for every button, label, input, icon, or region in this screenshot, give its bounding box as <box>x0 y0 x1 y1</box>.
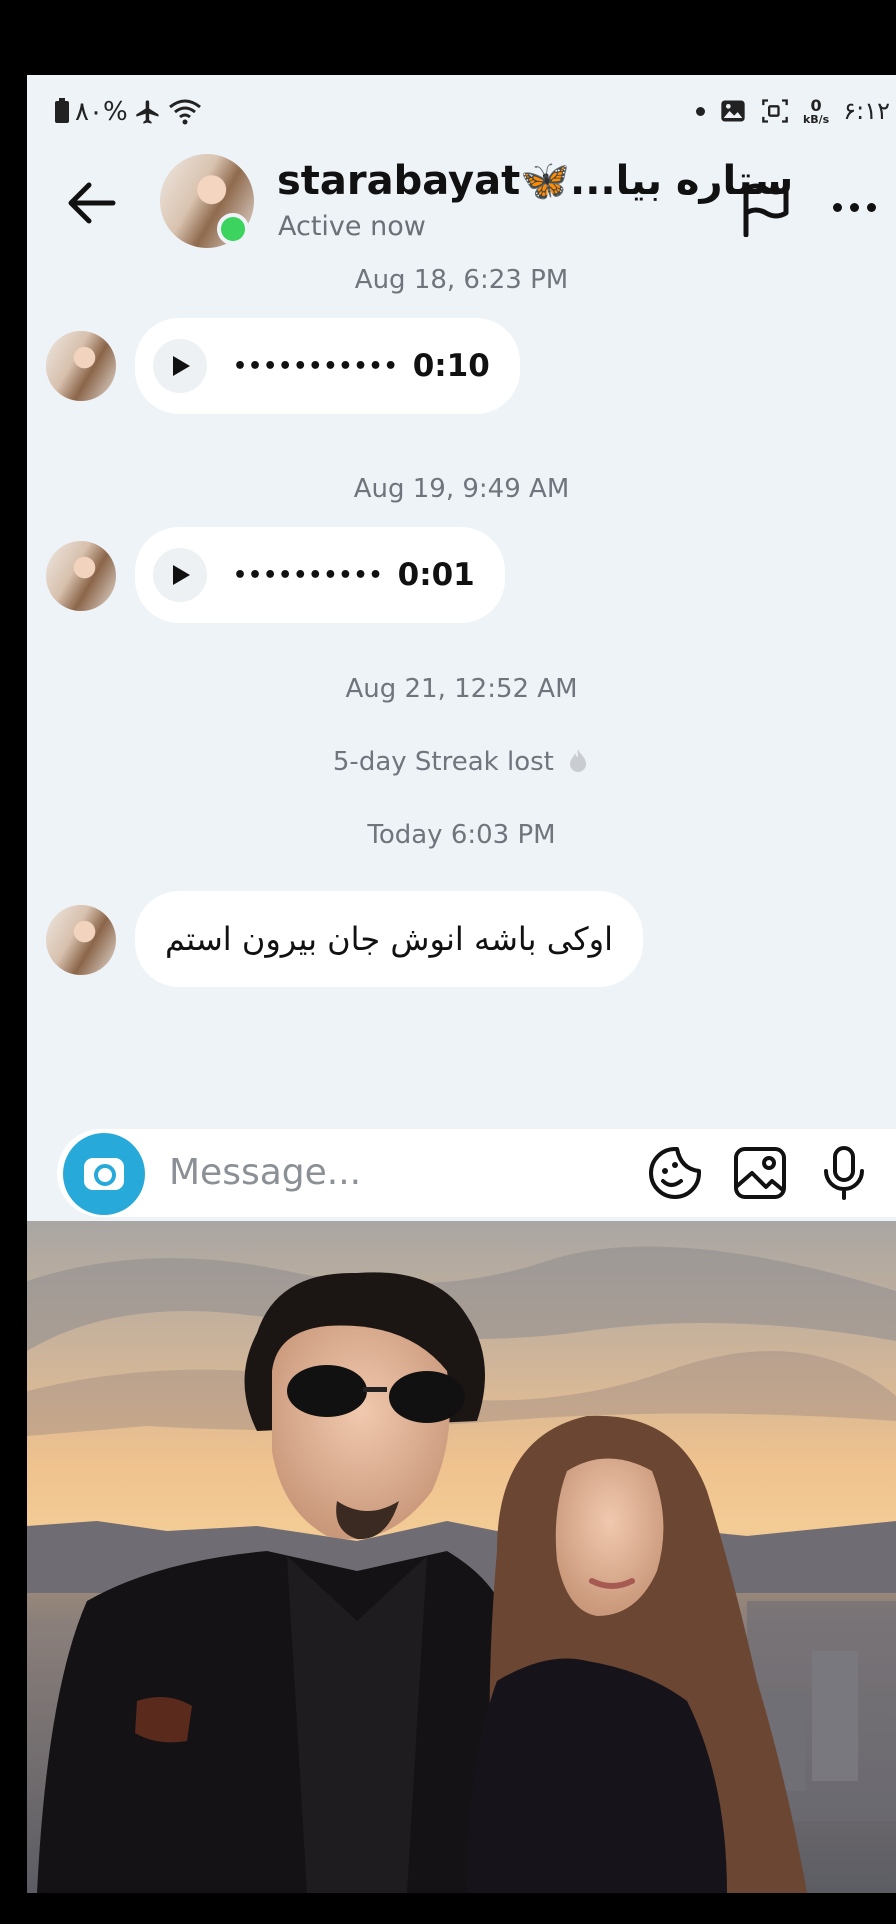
message-input[interactable] <box>167 1145 531 1199</box>
message-composer <box>27 1123 896 1221</box>
photo-illustration <box>27 1221 896 1893</box>
online-status-dot <box>217 213 249 245</box>
notification-dot-icon <box>695 106 705 116</box>
sender-avatar[interactable] <box>46 331 116 401</box>
back-arrow-icon[interactable] <box>65 179 117 227</box>
photo-overlay <box>27 1221 896 1893</box>
play-icon <box>173 356 190 376</box>
message-text: اوکی باشه انوش جان بیرون استم <box>165 920 613 958</box>
timestamp: Aug 21, 12:52 AM <box>345 674 578 704</box>
airplane-icon <box>135 100 159 124</box>
timestamp: Today 6:03 PM <box>367 820 556 850</box>
microphone-icon[interactable] <box>816 1145 872 1201</box>
chat-header: starabayat🦋...ستاره بیا Active now <box>27 151 896 261</box>
active-status: Active now <box>278 211 426 242</box>
voice-duration: 0:10 <box>412 348 490 384</box>
voice-duration: 0:01 <box>397 557 475 593</box>
status-time: ۶:۱۲ <box>843 97 890 125</box>
screen-record-icon <box>762 99 788 123</box>
streak-notice: 5-day Streak lost <box>27 747 896 777</box>
sender-avatar[interactable] <box>46 541 116 611</box>
phone-screen: ٨٠% 0 kB/s ۶:۱۲ starabayat🦋...ستاره بیا A… <box>27 75 896 1893</box>
play-icon <box>173 565 190 585</box>
play-button[interactable] <box>153 339 207 393</box>
timestamp: Aug 18, 6:23 PM <box>354 265 569 295</box>
voice-message[interactable]: ••••••••••• 0:10 <box>135 318 520 414</box>
camera-icon <box>84 1158 124 1190</box>
battery-icon <box>55 98 69 123</box>
status-right: 0 kB/s ۶:۱۲ <box>695 95 890 126</box>
gallery-icon[interactable] <box>732 1145 788 1201</box>
chat-thread[interactable]: Aug 18, 6:23 PM ••••••••••• 0:10 Aug 19,… <box>27 261 896 1123</box>
fire-icon <box>570 749 587 772</box>
sender-avatar[interactable] <box>46 905 116 975</box>
image-notification-icon <box>721 100 745 122</box>
play-button[interactable] <box>153 548 207 602</box>
voice-message[interactable]: •••••••••• 0:01 <box>135 527 505 623</box>
camera-button[interactable] <box>63 1133 145 1215</box>
contact-name[interactable]: starabayat🦋...ستاره بیا <box>277 157 793 204</box>
more-options-icon[interactable] <box>833 203 876 212</box>
flag-icon[interactable] <box>739 181 791 237</box>
text-message[interactable]: اوکی باشه انوش جان بیرون استم <box>135 891 643 987</box>
voice-waveform: ••••••••••• <box>233 353 399 379</box>
status-left: ٨٠% <box>55 97 202 127</box>
battery-percent: ٨٠% <box>75 97 128 127</box>
sticker-icon[interactable] <box>647 1145 703 1201</box>
streak-text: 5-day Streak lost <box>332 747 554 777</box>
voice-waveform: •••••••••• <box>233 562 384 588</box>
timestamp: Aug 19, 9:49 AM <box>353 474 570 504</box>
wifi-icon <box>168 99 201 125</box>
status-bar: ٨٠% 0 kB/s ۶:۱۲ <box>27 75 896 151</box>
network-speed: 0 kB/s <box>802 95 830 126</box>
